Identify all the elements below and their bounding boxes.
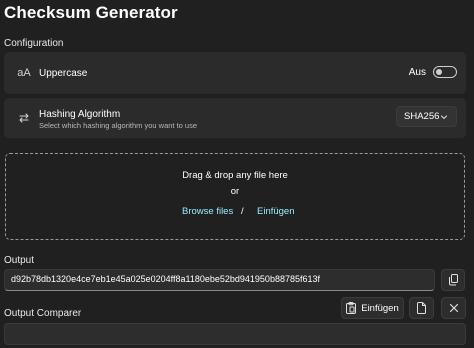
swap-arrows-icon (16, 110, 32, 126)
output-hash-field[interactable]: d92b78db1320e4ce7eb1e45a025e0204ff8a1180… (4, 269, 435, 291)
letter-case-icon: aA (17, 67, 31, 79)
configuration-label: Configuration (4, 38, 64, 49)
copy-output-button[interactable] (441, 269, 465, 291)
hashing-algorithm-description: Select which hashing algorithm you want … (39, 121, 198, 130)
app-title: Checksum Generator (4, 3, 178, 22)
comparer-open-file-button[interactable] (409, 297, 434, 319)
file-drop-zone[interactable]: Drag & drop any file here or Browse file… (5, 153, 465, 240)
chevron-down-icon (440, 113, 448, 121)
drop-or-text: or (230, 186, 240, 197)
comparer-clear-button[interactable] (441, 297, 466, 319)
comparer-paste-label: Einfügen (361, 302, 399, 314)
output-label: Output (4, 255, 35, 266)
uppercase-label: Uppercase (39, 68, 88, 79)
comparer-paste-button[interactable]: Einfügen (341, 297, 404, 319)
hashing-algorithm-selected: SHA256 (404, 111, 440, 122)
file-icon (417, 302, 426, 314)
uppercase-toggle-state: Aus (408, 66, 426, 78)
link-separator: / (241, 206, 244, 217)
drop-instruction: Drag & drop any file here (182, 170, 288, 181)
toggle-knob (436, 69, 442, 75)
output-comparer-field[interactable] (4, 323, 466, 345)
uppercase-toggle[interactable] (433, 66, 457, 78)
clipboard-icon (346, 302, 357, 314)
copy-icon (448, 274, 459, 286)
output-comparer-label: Output Comparer (4, 308, 82, 319)
uppercase-toggle-wrap[interactable]: Aus (409, 66, 457, 78)
uppercase-setting-card: aA Uppercase Aus (4, 52, 466, 94)
hashing-algorithm-label: Hashing Algorithm (39, 109, 121, 120)
hashing-algorithm-select[interactable]: SHA256 (396, 106, 457, 127)
paste-link[interactable]: Einfügen (257, 206, 295, 217)
close-icon (449, 303, 459, 313)
browse-files-link[interactable]: Browse files (182, 206, 233, 217)
hashing-algorithm-card: Hashing Algorithm Select which hashing a… (4, 98, 466, 138)
